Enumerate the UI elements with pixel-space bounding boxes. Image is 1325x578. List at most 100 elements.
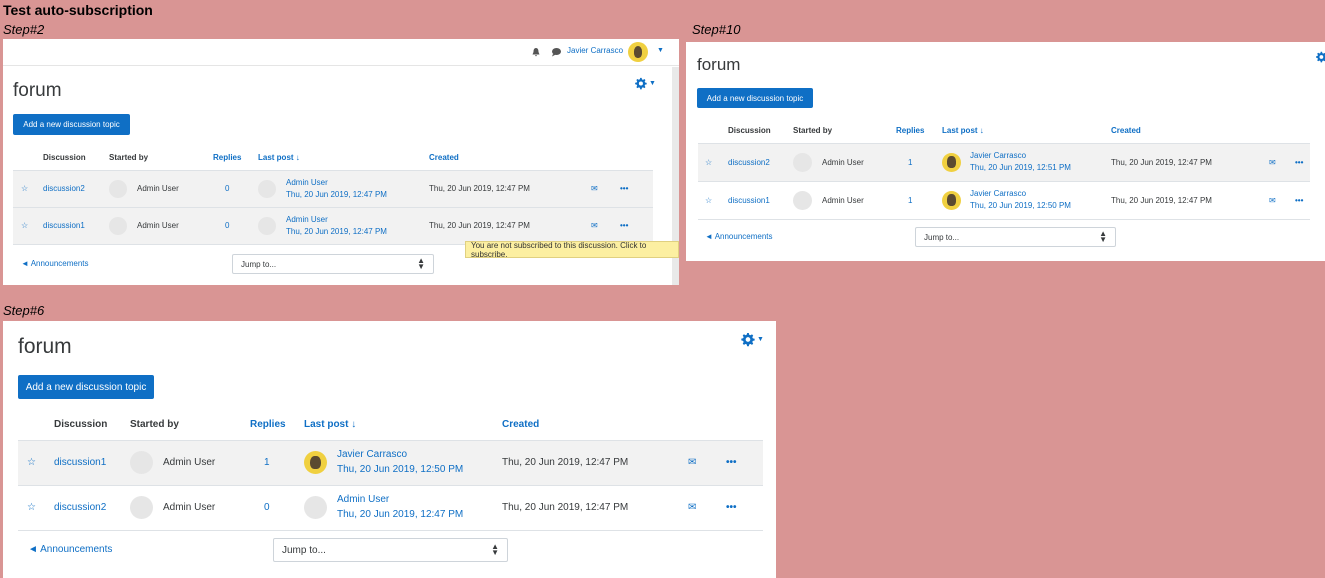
avatar: [793, 152, 812, 172]
announcements-link[interactable]: ◄ Announcements: [28, 544, 112, 555]
replies-count[interactable]: 1: [896, 143, 942, 181]
announcements-link[interactable]: ◄ Announcements: [21, 259, 89, 268]
star-icon[interactable]: ☆: [705, 196, 712, 205]
col-last-post[interactable]: Last post ↓: [258, 146, 429, 170]
star-icon[interactable]: ☆: [21, 184, 28, 193]
last-post-author[interactable]: Javier Carrasco: [970, 188, 1071, 200]
step2-panel: Javier Carrasco ▼ forum ▼ Add a new disc…: [3, 39, 679, 285]
author-name: Admin User: [163, 502, 216, 513]
more-icon[interactable]: •••: [1295, 196, 1303, 205]
replies-count[interactable]: 1: [896, 181, 942, 219]
gear-icon[interactable]: [740, 332, 755, 347]
discussion-table: Discussion Started by Replies Last post …: [13, 146, 653, 245]
star-icon[interactable]: ☆: [27, 502, 36, 513]
more-icon[interactable]: •••: [726, 457, 737, 468]
envelope-icon[interactable]: ✉: [688, 457, 696, 468]
select-arrows-icon: ▲ ▼: [1099, 229, 1107, 244]
col-created[interactable]: Created: [1111, 118, 1269, 143]
last-post-author[interactable]: Javier Carrasco: [337, 448, 463, 463]
last-post-date[interactable]: Thu, 20 Jun 2019, 12:47 PM: [337, 508, 463, 523]
gear-icon[interactable]: [1315, 51, 1325, 63]
envelope-icon[interactable]: ✉: [1269, 196, 1276, 205]
star-icon[interactable]: ☆: [705, 158, 712, 167]
col-started-by: Started by: [130, 419, 179, 431]
jump-to-select[interactable]: Jump to... ▲ ▼: [915, 227, 1116, 247]
avatar: [304, 496, 327, 519]
last-post-author[interactable]: Admin User: [286, 214, 387, 226]
envelope-open-icon[interactable]: ✉: [591, 221, 598, 230]
chevron-down-icon[interactable]: ▼: [657, 47, 664, 54]
discussion-link[interactable]: discussion1: [728, 181, 793, 219]
chevron-down-icon[interactable]: ▼: [649, 80, 656, 87]
replies-count[interactable]: 0: [213, 170, 258, 207]
gear-menu[interactable]: ▼: [634, 77, 656, 90]
replies-count[interactable]: 0: [250, 485, 304, 530]
discussion-link[interactable]: discussion2: [54, 485, 130, 530]
col-replies[interactable]: Replies: [896, 118, 942, 143]
table-row: ☆ discussion1 Admin User 1 Javier Carras…: [698, 181, 1310, 219]
more-icon[interactable]: •••: [620, 221, 628, 230]
avatar: [942, 152, 961, 172]
gear-icon[interactable]: [634, 77, 647, 90]
last-post-date[interactable]: Thu, 20 Jun 2019, 12:47 PM: [286, 189, 387, 201]
table-row: ☆ discussion1 Admin User 0 Admin User Thu…: [13, 207, 653, 244]
avatar: [942, 190, 961, 210]
last-post-date[interactable]: Thu, 20 Jun 2019, 12:47 PM: [286, 226, 387, 238]
star-icon[interactable]: ☆: [27, 457, 36, 468]
col-created[interactable]: Created: [429, 146, 591, 170]
author-name: Admin User: [822, 157, 864, 167]
replies-count[interactable]: 0: [213, 207, 258, 244]
last-post-date[interactable]: Thu, 20 Jun 2019, 12:51 PM: [970, 162, 1071, 174]
envelope-open-icon[interactable]: ✉: [1269, 158, 1276, 167]
discussion-table: Discussion Started by Replies Last post …: [18, 410, 763, 531]
star-icon[interactable]: ☆: [21, 221, 28, 230]
announcements-link[interactable]: ◄ Announcements: [705, 232, 773, 241]
last-post-author[interactable]: Admin User: [286, 177, 387, 189]
replies-count[interactable]: 1: [250, 440, 304, 485]
created-date: Thu, 20 Jun 2019, 12:47 PM: [429, 184, 530, 193]
chat-icon[interactable]: [551, 47, 562, 57]
more-icon[interactable]: •••: [620, 184, 628, 193]
forum-title: forum: [697, 55, 741, 74]
user-avatar[interactable]: [628, 42, 648, 62]
last-post-date[interactable]: Thu, 20 Jun 2019, 12:50 PM: [970, 200, 1071, 212]
select-arrows-icon: ▲ ▼: [417, 256, 425, 271]
arrow-down-icon: ↓: [979, 125, 984, 135]
envelope-open-icon[interactable]: ✉: [591, 184, 598, 193]
table-row: ☆ discussion1 Admin User 1 Javier Carras…: [18, 440, 763, 485]
jump-to-select[interactable]: Jump to... ▲ ▼: [232, 254, 434, 274]
subscribe-tooltip: You are not subscribed to this discussio…: [465, 241, 679, 259]
envelope-open-icon[interactable]: ✉: [688, 502, 696, 513]
add-discussion-button[interactable]: Add a new discussion topic: [13, 114, 130, 135]
more-icon[interactable]: •••: [1295, 158, 1303, 167]
last-post-author[interactable]: Admin User: [337, 493, 463, 508]
jump-to-select[interactable]: Jump to... ▲ ▼: [273, 538, 508, 562]
col-created[interactable]: Created: [502, 410, 688, 440]
bell-icon[interactable]: [531, 47, 541, 57]
author-name: Admin User: [822, 195, 864, 205]
more-icon[interactable]: •••: [726, 502, 737, 513]
last-post-author[interactable]: Javier Carrasco: [970, 150, 1071, 162]
last-post-date[interactable]: Thu, 20 Jun 2019, 12:50 PM: [337, 463, 463, 478]
arrow-down-icon: ↓: [295, 153, 300, 163]
add-discussion-button[interactable]: Add a new discussion topic: [18, 375, 154, 399]
col-last-post[interactable]: Last post ↓: [942, 118, 1111, 143]
step6-panel: forum ▼ Add a new discussion topic Discu…: [3, 321, 776, 578]
discussion-link[interactable]: discussion1: [54, 440, 130, 485]
jump-to-value: Jump to...: [241, 259, 277, 269]
chevron-down-icon[interactable]: ▼: [757, 336, 764, 343]
user-name[interactable]: Javier Carrasco: [567, 46, 623, 55]
col-last-post[interactable]: Last post ↓: [304, 410, 502, 440]
discussion-link[interactable]: discussion1: [43, 207, 109, 244]
author-name: Admin User: [163, 457, 216, 468]
avatar: [109, 216, 127, 235]
created-date: Thu, 20 Jun 2019, 12:47 PM: [1111, 157, 1212, 167]
col-replies[interactable]: Replies: [213, 146, 258, 170]
discussion-link[interactable]: discussion2: [43, 170, 109, 207]
forum-title: forum: [18, 335, 72, 358]
col-replies[interactable]: Replies: [250, 410, 304, 440]
gear-menu[interactable]: ▼: [740, 332, 764, 347]
discussion-link[interactable]: discussion2: [728, 143, 793, 181]
add-discussion-button[interactable]: Add a new discussion topic: [697, 88, 813, 108]
table-row: ☆ discussion2 Admin User 0 Admin User Thu…: [13, 170, 653, 207]
